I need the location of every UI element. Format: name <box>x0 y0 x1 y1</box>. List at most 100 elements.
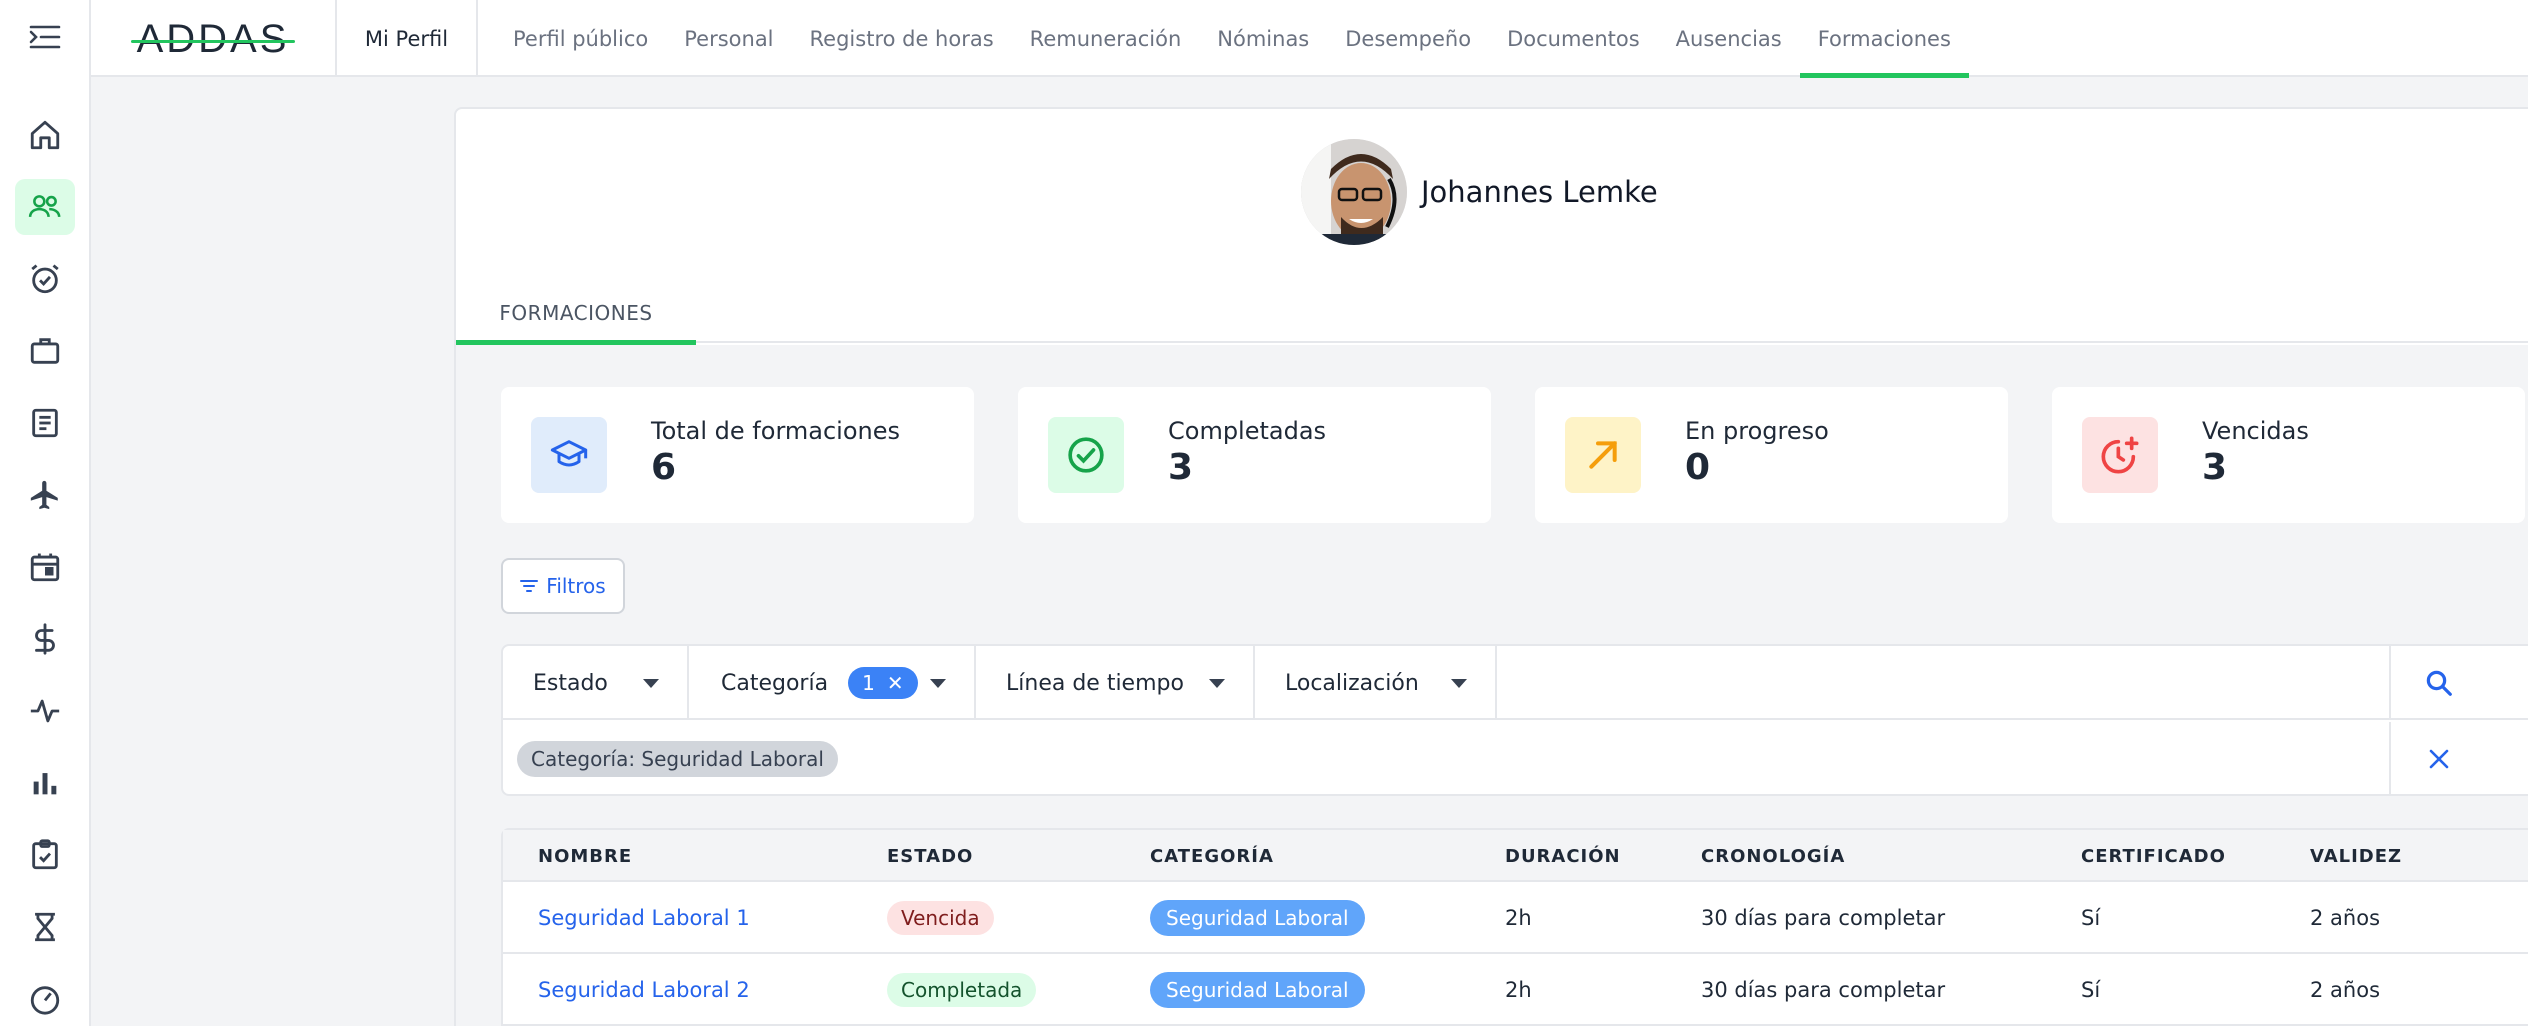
timeline-cell: 30 días para completar <box>1701 906 1946 930</box>
categoria-filter[interactable]: Categoría 1 ✕ <box>689 646 976 720</box>
clock-plus-icon <box>2082 417 2158 493</box>
sidebar <box>0 0 91 1026</box>
tab-remuneración[interactable]: Remuneración <box>1012 0 1200 77</box>
tab-perfil-público[interactable]: Perfil público <box>495 0 666 77</box>
alarm-check-icon[interactable] <box>15 251 75 307</box>
validity-cell: 2 años <box>2310 906 2381 930</box>
top-navigation: ADDAS Mi Perfil Perfil público Personal Re… <box>91 0 2528 78</box>
briefcase-icon[interactable] <box>15 323 75 379</box>
clear-filters-button[interactable] <box>2389 722 2487 796</box>
table-row[interactable]: Seguridad Laboral 1 Vencida Seguridad La… <box>503 882 2528 954</box>
activity-icon[interactable] <box>15 683 75 739</box>
table-header: NOMBRE ESTADO CATEGORÍA DURACIÓN CRONOLOGÍA C… <box>503 830 2528 882</box>
training-name-link[interactable]: Seguridad Laboral 2 <box>538 978 750 1002</box>
column-header[interactable]: NOMBRE <box>538 830 632 882</box>
logo-text: ADDAS <box>130 16 296 61</box>
bar-chart-icon[interactable] <box>15 755 75 811</box>
applied-filter-chip[interactable]: Categoría: Seguridad Laboral <box>517 741 838 777</box>
category-badge: Seguridad Laboral <box>1150 972 1365 1008</box>
validity-cell: 2 años <box>2310 978 2381 1002</box>
panel-body: Total de formaciones 6 Completadas 3 En … <box>456 345 2528 1026</box>
filter-icon <box>520 580 539 592</box>
certificate-cell: Sí <box>2081 978 2101 1002</box>
chevron-down-icon <box>1451 679 1467 688</box>
estado-filter[interactable]: Estado <box>503 646 689 720</box>
tab-ausencias[interactable]: Ausencias <box>1658 0 1800 77</box>
localizacion-filter-label: Localización <box>1285 670 1419 696</box>
categoria-count-chip[interactable]: 1 ✕ <box>848 667 918 699</box>
stat-label: Vencidas <box>2202 417 2309 445</box>
categoria-filter-label: Categoría <box>721 670 829 696</box>
column-header[interactable]: CATEGORÍA <box>1150 830 1274 882</box>
clipboard-check-icon[interactable] <box>15 827 75 883</box>
tab-formaciones[interactable]: Formaciones <box>1799 0 1970 78</box>
filter-bar: Estado Categoría 1 ✕ Línea de tiempo Loc… <box>501 644 2528 796</box>
people-icon[interactable] <box>15 179 75 235</box>
calendar-icon[interactable] <box>15 539 75 595</box>
stat-card: En progreso 0 <box>1535 387 2008 523</box>
column-header[interactable]: CRONOLOGÍA <box>1701 830 1845 882</box>
mi-perfil-link[interactable]: Mi Perfil <box>337 0 478 77</box>
stat-card: Completadas 3 <box>1018 387 1491 523</box>
close-icon[interactable]: ✕ <box>887 671 904 695</box>
column-header[interactable]: CERTIFICADO <box>2081 830 2226 882</box>
tab-formaciones[interactable]: FORMACIONES <box>456 295 696 345</box>
timeline-cell: 30 días para completar <box>1701 978 1946 1002</box>
localizacion-filter[interactable]: Localización <box>1255 646 1497 720</box>
filters-button-label: Filtros <box>546 574 606 598</box>
graduation-cap-icon <box>531 417 607 493</box>
speedometer-icon[interactable] <box>15 971 75 1026</box>
certificate-cell: Sí <box>2081 906 2101 930</box>
timeline-filter[interactable]: Línea de tiempo <box>976 646 1255 720</box>
timeline-filter-label: Línea de tiempo <box>1006 670 1184 696</box>
tab-registro-de-horas[interactable]: Registro de horas <box>792 0 1012 77</box>
tab-documentos[interactable]: Documentos <box>1489 0 1658 77</box>
arrow-up-right-icon <box>1565 417 1641 493</box>
duration-cell: 2h <box>1505 906 1532 930</box>
trainings-table: NOMBRE ESTADO CATEGORÍA DURACIÓN CRONOLOGÍA C… <box>501 828 2528 1026</box>
profile-header: Johannes Lemke <box>1301 139 1658 245</box>
dollar-icon[interactable] <box>15 611 75 667</box>
hourglass-icon[interactable] <box>15 899 75 955</box>
close-icon <box>2429 749 2449 769</box>
estado-filter-label: Estado <box>533 670 608 696</box>
training-name-link[interactable]: Seguridad Laboral 1 <box>538 906 750 930</box>
column-header[interactable]: DURACIÓN <box>1505 830 1621 882</box>
stat-value: 3 <box>1168 447 1194 488</box>
profile-tabs: Perfil público Personal Registro de horas R… <box>495 0 1970 78</box>
tab-personal[interactable]: Personal <box>666 0 791 77</box>
profile-panel: Johannes Lemke FORMACIONES Total de form… <box>454 107 2528 1026</box>
stat-value: 3 <box>2202 447 2228 488</box>
stat-label: Completadas <box>1168 417 1327 445</box>
check-circle-icon <box>1048 417 1124 493</box>
status-badge: Completada <box>887 973 1037 1007</box>
chevron-down-icon <box>1209 679 1225 688</box>
chevron-down-icon <box>930 679 946 688</box>
profile-name: Johannes Lemke <box>1421 175 1658 209</box>
stat-label: Total de formaciones <box>651 417 900 445</box>
status-badge: Vencida <box>887 901 994 935</box>
logo[interactable]: ADDAS <box>91 0 337 77</box>
tab-nóminas[interactable]: Nóminas <box>1199 0 1327 77</box>
stat-value: 6 <box>651 447 677 488</box>
stat-label: En progreso <box>1685 417 1829 445</box>
airplane-icon[interactable] <box>15 467 75 523</box>
avatar <box>1301 139 1407 245</box>
duration-cell: 2h <box>1505 978 1532 1002</box>
search-icon <box>2426 670 2452 696</box>
categoria-count: 1 <box>862 671 875 695</box>
chevron-down-icon <box>643 679 659 688</box>
stat-value: 0 <box>1685 447 1711 488</box>
home-icon[interactable] <box>15 107 75 163</box>
search-button[interactable] <box>2389 646 2487 720</box>
menu-toggle-icon[interactable] <box>22 20 68 54</box>
filters-button[interactable]: Filtros <box>501 558 625 614</box>
tab-desempeño[interactable]: Desempeño <box>1327 0 1489 77</box>
subtab-bar: FORMACIONES <box>456 295 2528 345</box>
column-header[interactable]: VALIDEZ <box>2310 830 2402 882</box>
applied-filter-label: Categoría: Seguridad Laboral <box>531 747 824 771</box>
table-row[interactable]: Seguridad Laboral 2 Completada Seguridad… <box>503 954 2528 1026</box>
document-icon[interactable] <box>15 395 75 451</box>
category-badge: Seguridad Laboral <box>1150 900 1365 936</box>
column-header[interactable]: ESTADO <box>887 830 973 882</box>
